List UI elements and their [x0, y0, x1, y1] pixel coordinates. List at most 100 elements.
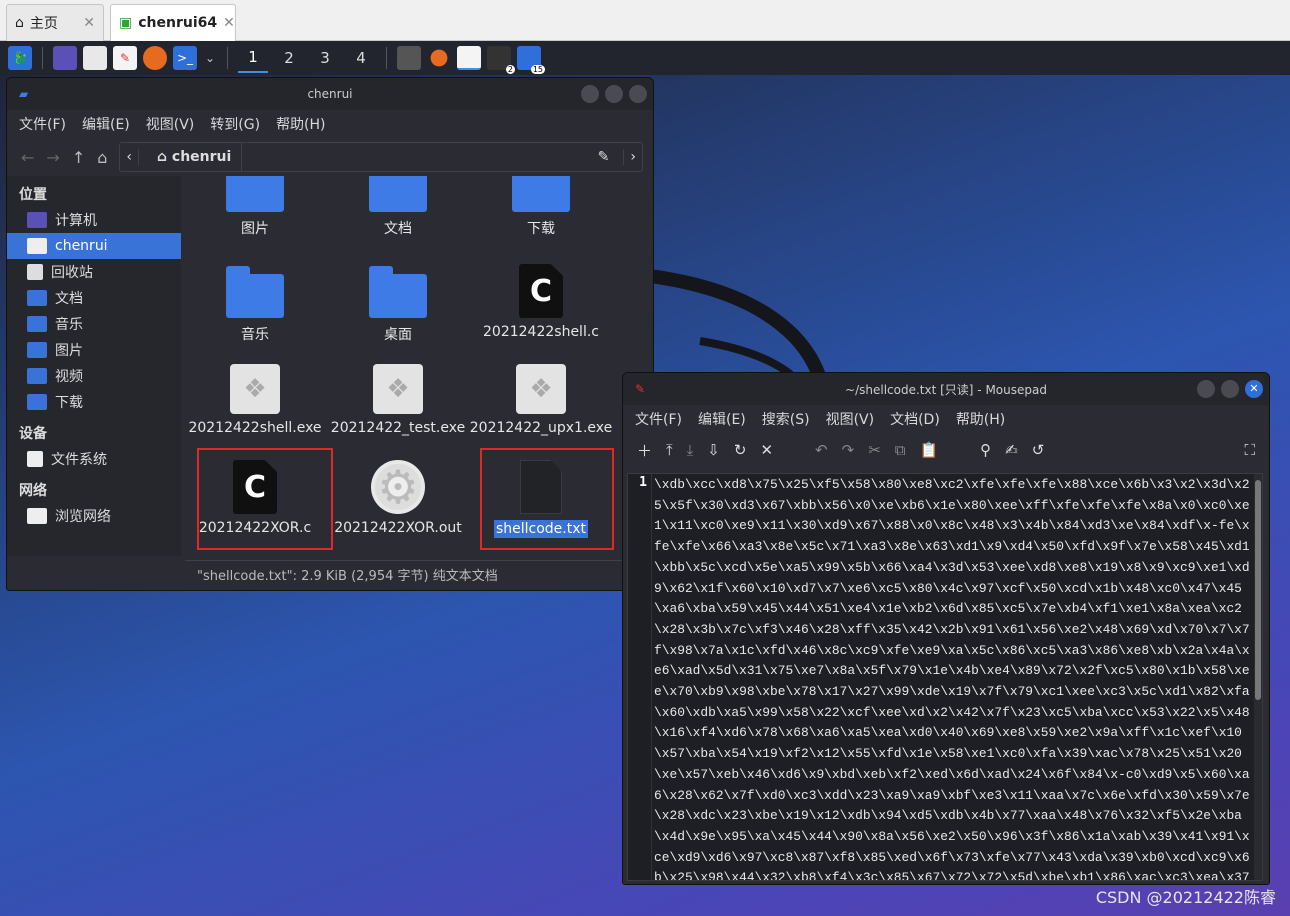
folder-icon	[369, 176, 427, 212]
window-task-icon[interactable]	[397, 46, 421, 70]
status-bar: "shellcode.txt": 2.9 KiB (2,954 字节) 纯文本文…	[185, 560, 653, 588]
firefox-task-icon[interactable]	[430, 49, 448, 67]
menu-file[interactable]: 文件(F)	[19, 114, 66, 134]
menu-file[interactable]: 文件(F)	[635, 409, 682, 429]
maximize-button[interactable]	[605, 85, 623, 103]
sidebar-item-pictures[interactable]: 图片	[7, 337, 181, 363]
location-bar[interactable]: ‹ ⌂ chenrui ✎ ›	[119, 142, 643, 172]
folder-task-icon[interactable]: 15	[517, 46, 545, 74]
menu-help[interactable]: 帮助(H)	[956, 409, 1005, 429]
goto-line-icon[interactable]: ↺	[1032, 441, 1045, 459]
file-item-shell-c[interactable]: C 20212422shell.c	[471, 264, 611, 340]
chevron-down-icon[interactable]: ⌄	[203, 46, 217, 70]
sidebar-heading-places: 位置	[19, 187, 47, 203]
menu-go[interactable]: 转到(G)	[210, 114, 260, 134]
new-file-icon[interactable]: ＋	[637, 440, 652, 461]
sidebar-item-filesystem[interactable]: 文件系统	[7, 446, 181, 472]
close-icon[interactable]: ✕	[223, 15, 235, 31]
mousepad-task-icon[interactable]	[457, 46, 481, 70]
sidebar-item-trash[interactable]: 回收站	[7, 259, 181, 285]
close-icon[interactable]: ✕	[760, 441, 773, 459]
file-label: 桌面	[384, 327, 412, 343]
maximize-button[interactable]	[1221, 380, 1239, 398]
search-icon[interactable]: ⚲	[980, 441, 991, 459]
breadcrumb[interactable]: ⌂ chenrui	[147, 143, 243, 171]
chevron-left-icon[interactable]: ‹	[120, 149, 139, 165]
file-manager-titlebar[interactable]: ▰ chenrui	[7, 78, 653, 110]
editor-area[interactable]: 1 \xdb\xcc\xd8\x75\x25\xf5\x58\x80\xe8\x…	[627, 473, 1263, 881]
file-item-test-exe[interactable]: ❖ 20212422_test.exe	[328, 364, 468, 436]
reload-icon[interactable]: ↻	[734, 441, 747, 459]
terminal-task-icon[interactable]: 2	[487, 46, 515, 74]
file-item-documents[interactable]: 文档	[328, 176, 468, 238]
paste-icon[interactable]: 📋	[919, 441, 938, 459]
folder-icon	[512, 176, 570, 212]
file-item-desktop[interactable]: 桌面	[328, 266, 468, 344]
file-item-upx1-exe[interactable]: ❖ 20212422_upx1.exe	[470, 364, 612, 436]
scrollbar[interactable]	[1254, 474, 1262, 880]
minimize-button[interactable]	[581, 85, 599, 103]
vm-tab-label: 主页	[29, 16, 58, 32]
sidebar-item-home[interactable]: chenrui	[7, 233, 181, 259]
workspace-2[interactable]: 2	[274, 43, 304, 73]
sidebar-item-browse-network[interactable]: 浏览网络	[7, 503, 181, 529]
sidebar-item-videos[interactable]: 视频	[7, 363, 181, 389]
file-item-xor-out[interactable]: ⚙ 20212422XOR.out	[328, 460, 468, 536]
sidebar-item-documents[interactable]: 文档	[7, 285, 181, 311]
fullscreen-icon[interactable]: ⛶	[1244, 441, 1269, 459]
vm-icon: ▣	[119, 15, 133, 31]
up-arrow-icon[interactable]: ↑	[72, 148, 85, 167]
redo-icon[interactable]: ↷	[842, 441, 855, 459]
file-label: 音乐	[241, 327, 269, 343]
menu-view[interactable]: 视图(V)	[146, 114, 195, 134]
sidebar-item-music[interactable]: 音乐	[7, 311, 181, 337]
executable-file-icon: ❖	[516, 364, 566, 414]
workspace-1[interactable]: 1	[238, 43, 268, 73]
mousepad-titlebar[interactable]: ✎ ~/shellcode.txt [只读] - Mousepad ✕	[623, 373, 1269, 405]
copy-icon[interactable]: ⧉	[895, 441, 906, 459]
menu-edit[interactable]: 编辑(E)	[82, 114, 130, 134]
menu-help[interactable]: 帮助(H)	[276, 114, 325, 134]
highlight-box	[480, 448, 614, 550]
menu-view[interactable]: 视图(V)	[826, 409, 875, 429]
firefox-icon[interactable]	[143, 46, 167, 70]
back-arrow-icon[interactable]: ←	[21, 148, 34, 167]
close-button[interactable]: ✕	[1245, 380, 1263, 398]
workspace-3[interactable]: 3	[310, 43, 340, 73]
save-as-icon[interactable]: ⇩	[707, 441, 720, 459]
workspace-4[interactable]: 4	[346, 43, 376, 73]
kali-menu-icon[interactable]: 🐉	[8, 46, 32, 70]
sidebar-item-label: 文档	[55, 291, 83, 307]
menu-document[interactable]: 文档(D)	[890, 409, 940, 429]
file-item-music[interactable]: 音乐	[185, 266, 325, 344]
save-icon[interactable]: ⤓	[687, 441, 694, 459]
file-label: 图片	[241, 221, 269, 237]
terminal-icon[interactable]: >_	[173, 46, 197, 70]
vm-tab-chenrui64[interactable]: ▣ chenrui64 ✕	[110, 4, 236, 41]
sidebar-item-computer[interactable]: 计算机	[7, 207, 181, 233]
sidebar-item-downloads[interactable]: 下载	[7, 389, 181, 415]
file-label: 20212422shell.c	[483, 324, 599, 340]
open-file-icon[interactable]: ⤒	[666, 441, 673, 459]
menu-edit[interactable]: 编辑(E)	[698, 409, 746, 429]
cut-icon[interactable]: ✂	[868, 441, 881, 459]
file-item-shell-exe[interactable]: ❖ 20212422shell.exe	[185, 364, 325, 436]
undo-icon[interactable]: ↶	[815, 441, 828, 459]
forward-arrow-icon[interactable]: →	[46, 148, 59, 167]
file-item-pictures[interactable]: 图片	[185, 176, 325, 238]
watermark: CSDN @20212422陈睿	[1095, 888, 1276, 907]
minimize-button[interactable]	[1197, 380, 1215, 398]
desktop-icon[interactable]	[53, 46, 77, 70]
close-icon[interactable]: ✕	[83, 15, 95, 31]
text-editor-icon[interactable]: ✎	[113, 46, 137, 70]
chevron-right-icon[interactable]: ›	[623, 149, 642, 165]
file-manager-icon[interactable]	[83, 46, 107, 70]
menu-search[interactable]: 搜索(S)	[762, 409, 810, 429]
file-item-downloads[interactable]: 下载	[471, 176, 611, 238]
close-button[interactable]	[629, 85, 647, 103]
find-replace-icon[interactable]: ✍	[1005, 441, 1018, 459]
home-icon[interactable]: ⌂	[97, 148, 107, 167]
edit-path-icon[interactable]: ✎	[598, 149, 616, 165]
editor-text[interactable]: \xdb\xcc\xd8\x75\x25\xf5\x58\x80\xe8\xc2…	[652, 474, 1254, 880]
vm-tab-home[interactable]: ⌂ 主页 ✕	[6, 4, 104, 41]
